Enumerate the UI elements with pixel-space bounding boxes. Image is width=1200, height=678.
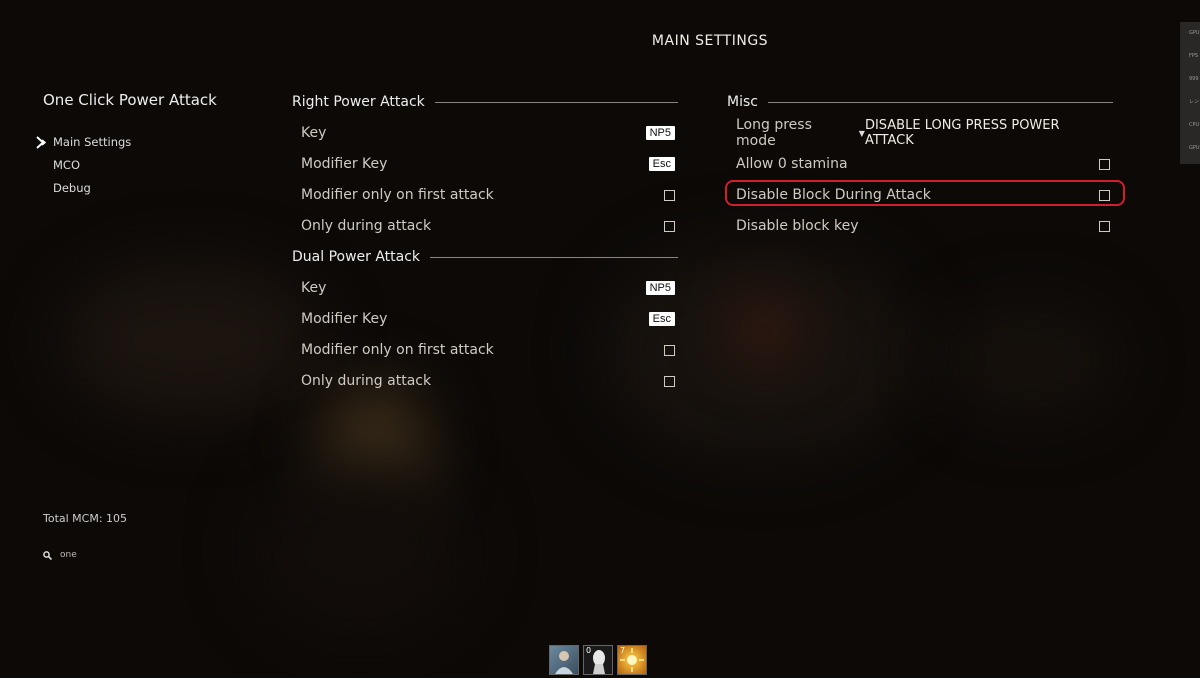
hotbar-slot[interactable]: 7 bbox=[617, 645, 647, 675]
row-label: Modifier Key bbox=[301, 156, 388, 172]
disable-block-key-row[interactable]: Disable block key bbox=[736, 216, 1110, 236]
perf-label: FPS bbox=[1189, 53, 1199, 59]
page-title: MAIN SETTINGS bbox=[651, 33, 769, 49]
row-label: Modifier only on first attack bbox=[301, 342, 494, 358]
character-portrait-icon bbox=[555, 651, 573, 674]
search-field[interactable]: one bbox=[43, 550, 77, 560]
checkbox[interactable] bbox=[1099, 220, 1110, 232]
nav-item-label: MCO bbox=[53, 158, 81, 172]
long-press-dropdown[interactable]: Long press mode ▼ bbox=[736, 117, 865, 149]
row-label: Modifier only on first attack bbox=[301, 187, 494, 203]
rpa-modifier-first-row[interactable]: Modifier only on first attack bbox=[301, 185, 675, 205]
hotbar-slot[interactable]: 0 bbox=[583, 645, 613, 675]
divider bbox=[767, 101, 1113, 103]
checkbox[interactable] bbox=[664, 375, 675, 387]
dpa-modifier-first-row[interactable]: Modifier only on first attack bbox=[301, 340, 675, 360]
perf-label: レン bbox=[1189, 99, 1200, 105]
chevron-right-icon bbox=[36, 136, 47, 149]
mod-nav: Main Settings MCO Debug bbox=[35, 134, 131, 203]
performance-overlay: GPU FPS 999 レン CPU GPU bbox=[1180, 22, 1200, 164]
dpa-modifier-key-row[interactable]: Modifier Key Esc bbox=[301, 309, 675, 329]
nav-item-label: Main Settings bbox=[53, 135, 132, 149]
highlight-annotation bbox=[725, 180, 1125, 206]
checkbox[interactable] bbox=[664, 220, 675, 232]
row-label: Disable block key bbox=[736, 218, 859, 234]
row-label: Long press mode bbox=[736, 117, 812, 149]
dpa-only-during-row[interactable]: Only during attack bbox=[301, 371, 675, 391]
search-icon bbox=[43, 550, 52, 560]
key-binding[interactable]: NP5 bbox=[645, 281, 675, 295]
divider bbox=[430, 256, 678, 258]
nav-item-debug[interactable]: Debug bbox=[35, 180, 131, 203]
section-misc: Misc bbox=[727, 94, 1113, 110]
total-mcm-count: Total MCM: 105 bbox=[43, 512, 128, 525]
dpa-key-row[interactable]: Key NP5 bbox=[301, 278, 675, 298]
checkbox[interactable] bbox=[664, 344, 675, 356]
section-heading: Dual Power Attack bbox=[292, 249, 421, 265]
row-label: Key bbox=[301, 125, 327, 141]
section-right-power-attack: Right Power Attack bbox=[292, 94, 678, 110]
slot-count: 7 bbox=[620, 646, 626, 655]
perf-label: GPU bbox=[1189, 30, 1200, 36]
row-label: Only during attack bbox=[301, 218, 432, 234]
row-label: Modifier Key bbox=[301, 311, 388, 327]
rpa-key-row[interactable]: Key NP5 bbox=[301, 123, 675, 143]
allow-zero-stamina-row[interactable]: Allow 0 stamina bbox=[736, 154, 1110, 174]
nav-item-mco[interactable]: MCO bbox=[35, 157, 131, 180]
nav-item-label: Debug bbox=[53, 181, 91, 195]
long-press-mode-row[interactable]: Long press mode ▼ DISABLE LONG PRESS POW… bbox=[736, 117, 1112, 149]
perf-label: GPU bbox=[1189, 145, 1200, 151]
divider bbox=[434, 101, 678, 103]
nav-item-main-settings[interactable]: Main Settings bbox=[35, 134, 131, 157]
section-heading: Misc bbox=[727, 94, 758, 110]
hotbar-slot[interactable] bbox=[549, 645, 579, 675]
key-binding[interactable]: Esc bbox=[648, 312, 675, 326]
search-input[interactable]: one bbox=[60, 550, 77, 560]
section-heading: Right Power Attack bbox=[292, 94, 425, 110]
key-binding[interactable]: NP5 bbox=[645, 126, 675, 140]
checkbox[interactable] bbox=[664, 189, 675, 201]
hotbar: 0 7 bbox=[549, 645, 647, 675]
section-dual-power-attack: Dual Power Attack bbox=[292, 249, 678, 265]
checkbox[interactable] bbox=[1099, 158, 1110, 170]
key-binding[interactable]: Esc bbox=[648, 157, 675, 171]
rpa-modifier-key-row[interactable]: Modifier Key Esc bbox=[301, 154, 675, 174]
slot-count: 0 bbox=[586, 646, 592, 655]
perf-label: 999 bbox=[1189, 76, 1199, 82]
row-label: Key bbox=[301, 280, 327, 296]
mod-title: One Click Power Attack bbox=[43, 91, 217, 109]
perf-label: CPU bbox=[1189, 122, 1200, 128]
dropdown-value[interactable]: DISABLE LONG PRESS POWER ATTACK bbox=[865, 118, 1112, 148]
rpa-only-during-row[interactable]: Only during attack bbox=[301, 216, 675, 236]
row-label: Allow 0 stamina bbox=[736, 156, 848, 172]
row-label: Only during attack bbox=[301, 373, 432, 389]
